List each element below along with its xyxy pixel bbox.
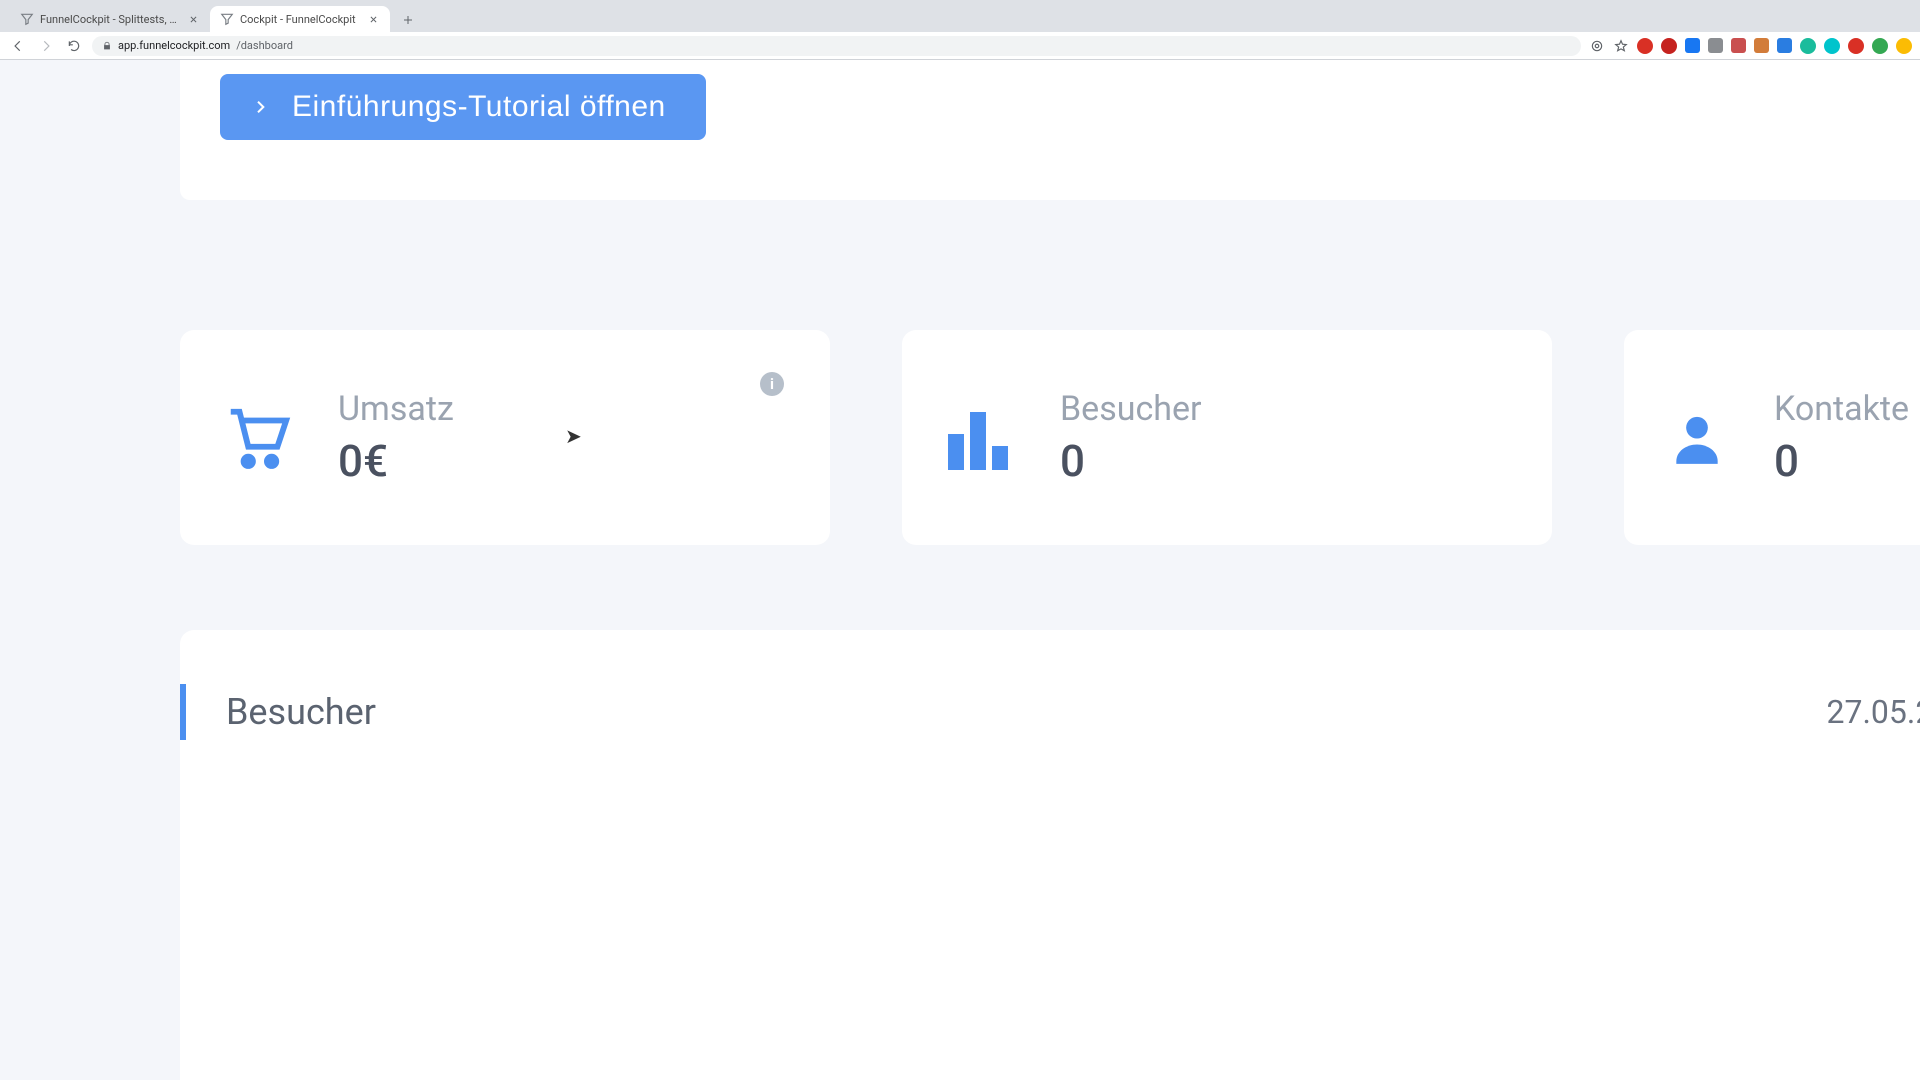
extension-icon[interactable] (1637, 38, 1653, 54)
date-range-picker[interactable]: 27.05.2020 10.06.2020 (1827, 693, 1920, 731)
chart-title: Besucher (226, 691, 376, 733)
cart-icon (222, 403, 292, 473)
extension-icon[interactable] (1872, 38, 1888, 54)
extension-icon[interactable] (1777, 38, 1792, 53)
site-settings-icon[interactable] (1589, 38, 1605, 54)
extension-icon[interactable] (1708, 38, 1723, 53)
url-bar[interactable]: app.funnelcockpit.com/dashboard (92, 36, 1581, 56)
date-from: 27.05.2020 (1827, 693, 1920, 731)
browser-toolbar: app.funnelcockpit.com/dashboard (0, 32, 1920, 60)
chevron-right-icon (252, 99, 268, 115)
stat-card-revenue[interactable]: Umsatz 0€ i ➤ (180, 330, 830, 545)
tutorial-button-label: Einführungs-Tutorial öffnen (292, 90, 666, 124)
back-button[interactable] (8, 36, 28, 56)
stat-value: 0€ (338, 435, 454, 487)
new-tab-button[interactable] (396, 8, 420, 32)
funnel-icon (20, 12, 34, 26)
stat-value: 0 (1774, 435, 1909, 487)
cursor-icon: ➤ (565, 424, 582, 448)
tab-title: Cockpit - FunnelCockpit (240, 13, 360, 26)
stat-label: Umsatz (338, 389, 454, 429)
chart-header: Besucher 27.05.2020 10.06.2020 (180, 684, 1920, 740)
close-icon[interactable] (186, 12, 200, 26)
stat-card-contacts[interactable]: Kontakte 0 (1624, 330, 1920, 545)
stats-row: Umsatz 0€ i ➤ Besucher 0 (180, 330, 1920, 545)
person-icon (1666, 407, 1728, 469)
extension-icon[interactable] (1685, 38, 1700, 53)
reload-button[interactable] (64, 36, 84, 56)
page-viewport: Einführungs-Tutorial öffnen Umsatz 0€ i … (0, 60, 1920, 1080)
lock-icon (102, 41, 112, 51)
tab-title: FunnelCockpit - Splittests, Ma (40, 13, 180, 26)
funnel-icon (220, 12, 234, 26)
stat-value: 0 (1060, 435, 1202, 487)
bookmark-star-icon[interactable] (1613, 38, 1629, 54)
browser-tab[interactable]: FunnelCockpit - Splittests, Ma (10, 6, 210, 32)
extension-icons (1637, 38, 1912, 54)
extension-icon[interactable] (1754, 38, 1769, 53)
extension-icon[interactable] (1800, 38, 1816, 54)
extension-icon[interactable] (1896, 38, 1912, 54)
stat-label: Besucher (1060, 389, 1202, 429)
extension-icon[interactable] (1661, 38, 1677, 54)
extension-icon[interactable] (1731, 38, 1746, 53)
chart-title-wrap: Besucher (180, 684, 376, 740)
stat-card-visitors[interactable]: Besucher 0 (902, 330, 1552, 545)
browser-tab-active[interactable]: Cockpit - FunnelCockpit (210, 6, 390, 32)
browser-chrome: FunnelCockpit - Splittests, Ma Cockpit -… (0, 0, 1920, 60)
url-path: /dashboard (236, 39, 293, 52)
tab-strip: FunnelCockpit - Splittests, Ma Cockpit -… (0, 0, 1920, 32)
visitors-chart-panel: Besucher 27.05.2020 10.06.2020 FunneSpli… (180, 630, 1920, 1080)
bar-chart-icon (944, 406, 1014, 470)
info-icon[interactable]: i (760, 372, 784, 396)
stat-label: Kontakte (1774, 389, 1909, 429)
extension-icon[interactable] (1824, 38, 1840, 54)
forward-button[interactable] (36, 36, 56, 56)
url-host: app.funnelcockpit.com (118, 39, 230, 52)
close-icon[interactable] (366, 12, 380, 26)
intro-panel: Einführungs-Tutorial öffnen (180, 60, 1920, 200)
extension-icon[interactable] (1848, 38, 1864, 54)
open-tutorial-button[interactable]: Einführungs-Tutorial öffnen (220, 74, 706, 140)
